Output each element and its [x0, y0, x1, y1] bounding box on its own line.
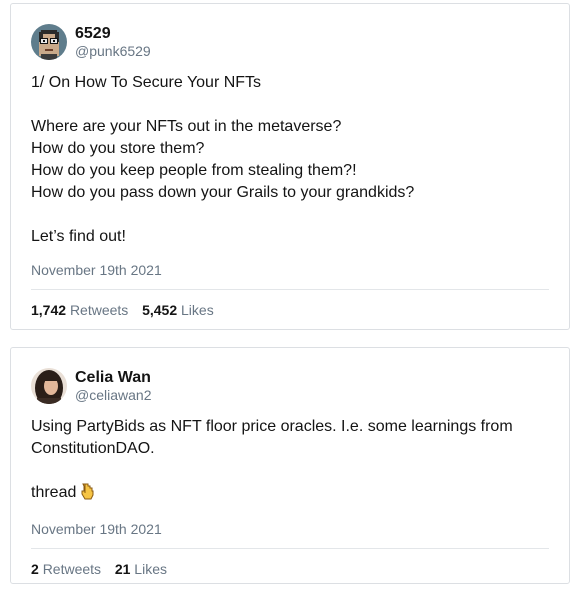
display-name[interactable]: 6529	[75, 25, 151, 43]
user-handle[interactable]: @punk6529	[75, 43, 151, 60]
like-count: 21	[114, 561, 131, 577]
punk-avatar-icon[interactable]	[31, 24, 67, 60]
tweet-line: ConstitutionDAO.	[31, 440, 155, 457]
divider	[31, 289, 549, 290]
profile-photo-icon[interactable]	[31, 368, 67, 404]
tweet-card[interactable]: Celia Wan @celiawan2 Using PartyBids as …	[10, 347, 570, 584]
display-name[interactable]: Celia Wan	[75, 369, 151, 387]
pointing-down-hand-icon	[80, 482, 96, 507]
user-handle[interactable]: @celiawan2	[75, 387, 151, 404]
tweet-stats: 1,742 Retweets 5,452 Likes	[31, 302, 549, 318]
tweet-header: 6529 @punk6529	[31, 24, 549, 64]
user-names: Celia Wan @celiawan2	[75, 368, 151, 404]
tweet-text: Using PartyBids as NFT floor price oracl…	[31, 416, 549, 507]
tweet-line-with-emoji: thread	[31, 482, 549, 507]
tweet-text: 1/ On How To Secure Your NFTs Where are …	[31, 72, 549, 248]
tweet-line	[31, 204, 549, 226]
divider	[31, 548, 549, 549]
tweet-line: Where are your NFTs out in the metaverse…	[31, 118, 342, 135]
tweet-feed: 6529 @punk6529 1/ On How To Secure Your …	[0, 0, 580, 593]
like-count: 5,452	[142, 302, 178, 318]
user-names: 6529 @punk6529	[75, 24, 151, 60]
tweet-stats: 2 Retweets 21 Likes	[31, 561, 549, 577]
retweet-label: Retweets	[42, 561, 102, 577]
tweet-line: Using PartyBids as NFT floor price oracl…	[31, 418, 513, 435]
tweet-line: How do you pass down your Grails to your…	[31, 184, 415, 201]
retweet-count: 2	[31, 561, 39, 577]
tweet-line: thread	[31, 484, 77, 501]
tweet-card[interactable]: 6529 @punk6529 1/ On How To Secure Your …	[10, 3, 570, 330]
like-label: Likes	[181, 302, 214, 318]
tweet-line: How do you store them?	[31, 140, 205, 157]
like-label: Likes	[134, 561, 167, 577]
retweet-label: Retweets	[69, 302, 129, 318]
tweet-date[interactable]: November 19th 2021	[31, 262, 549, 278]
retweet-count: 1,742	[31, 302, 67, 318]
tweet-line: 1/ On How To Secure Your NFTs	[31, 74, 262, 91]
tweet-line: How do you keep people from stealing the…	[31, 162, 357, 179]
tweet-line	[31, 94, 549, 116]
tweet-date[interactable]: November 19th 2021	[31, 521, 549, 537]
tweet-header: Celia Wan @celiawan2	[31, 368, 549, 408]
tweet-line	[31, 460, 549, 482]
tweet-line: Let’s find out!	[31, 228, 126, 245]
